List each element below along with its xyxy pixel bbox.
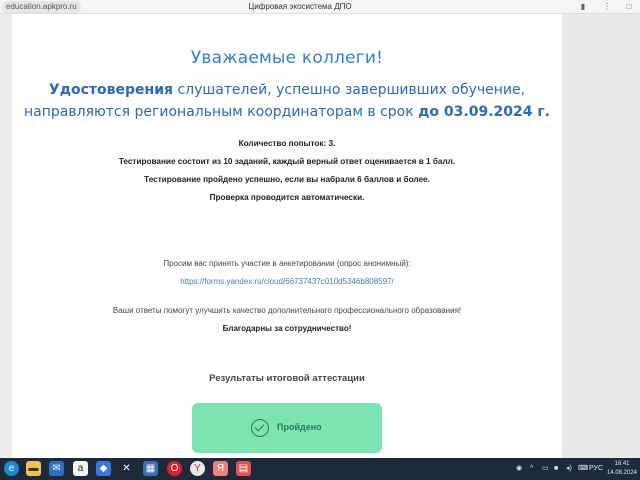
dropbox-icon[interactable]: ◆	[96, 461, 111, 476]
result-status-label: Пройдено	[277, 422, 322, 432]
volume-icon[interactable]: ◂)	[566, 462, 572, 476]
auto-check-info: Проверка проводится автоматически.	[209, 193, 365, 202]
clock-date: 14.08.2024	[606, 470, 638, 476]
menu-icon[interactable]: ⋮	[602, 2, 612, 12]
calculator-icon[interactable]: ▦	[143, 461, 158, 476]
address-bar[interactable]: education.apkpro.ru	[2, 1, 81, 13]
survey-link[interactable]: https://forms.yandex.ru/cloud/66737437c0…	[12, 277, 562, 286]
notice-deadline: до 03.09.2024 г.	[418, 104, 550, 120]
keyboard-icon[interactable]: ⌨	[578, 462, 588, 476]
yandex-browser-icon[interactable]: Y	[190, 461, 205, 476]
attempts-count: Количество попыток: 3.	[238, 139, 336, 148]
test-info: Тестирование состоит из 10 заданий, кажд…	[118, 157, 456, 166]
clock[interactable]: 16:41 14.08.2024	[605, 460, 639, 478]
result-status-badge: Пройдено	[192, 403, 382, 453]
pinned-app-icon[interactable]: ✕	[119, 461, 134, 476]
edge-icon[interactable]: e	[4, 461, 19, 476]
notice-line-1: Удостоверения слушателей, успешно заверш…	[12, 80, 562, 100]
tray-app-icon[interactable]: ◉	[516, 462, 522, 476]
right-blank-area	[562, 14, 640, 458]
pass-info: Тестирование пройдено успешно, если вы н…	[144, 175, 430, 184]
notice-bold-word: Удостоверения	[48, 82, 173, 98]
notice-text: слушателей, успешно завершивших обучение…	[173, 82, 526, 98]
check-circle-icon	[251, 419, 269, 437]
opera-icon[interactable]: O	[167, 461, 182, 476]
window-title: Цифровая экосистема ДПО	[248, 2, 352, 11]
notice-text-2: направляются региональным координаторам …	[24, 104, 419, 120]
bookmark-icon[interactable]: ▮	[578, 2, 588, 12]
thanks-text: Благодарны за сотрудничество!	[222, 324, 352, 333]
tray-up-arrow-icon[interactable]: ^	[530, 462, 533, 476]
file-explorer-icon[interactable]: ▬	[26, 461, 41, 476]
action-center-icon[interactable]: ■	[554, 462, 558, 476]
windows-taskbar: e ▬ ✉ a ◆ ✕ ▦ O Y Я ▤ ◉ ^ ▭ ■ ◂) ⌨ РУС 1…	[0, 458, 640, 480]
window-control-icon[interactable]: □	[624, 2, 634, 12]
language-indicator[interactable]: РУС	[589, 462, 603, 476]
browser-titlebar: education.apkpro.ru Цифровая экосистема …	[0, 0, 640, 14]
mail-icon[interactable]: ✉	[49, 461, 64, 476]
presentation-app-icon[interactable]: ▤	[236, 461, 251, 476]
clock-time: 16:41	[614, 461, 630, 467]
yandex-app-icon[interactable]: Я	[213, 461, 228, 476]
page-content: Уважаемые коллеги! Удостоверения слушате…	[12, 14, 562, 458]
page-heading: Уважаемые коллеги!	[190, 48, 384, 68]
survey-note: Ваши ответы помогут улучшить качество до…	[112, 306, 462, 315]
network-icon[interactable]: ▭	[542, 462, 549, 476]
notice-line-2: направляются региональным координаторам …	[12, 102, 562, 122]
survey-invite: Просим вас принять участие в анкетирован…	[163, 259, 411, 268]
amazon-icon[interactable]: a	[73, 461, 88, 476]
results-title: Результаты итоговой аттестации	[209, 373, 365, 384]
